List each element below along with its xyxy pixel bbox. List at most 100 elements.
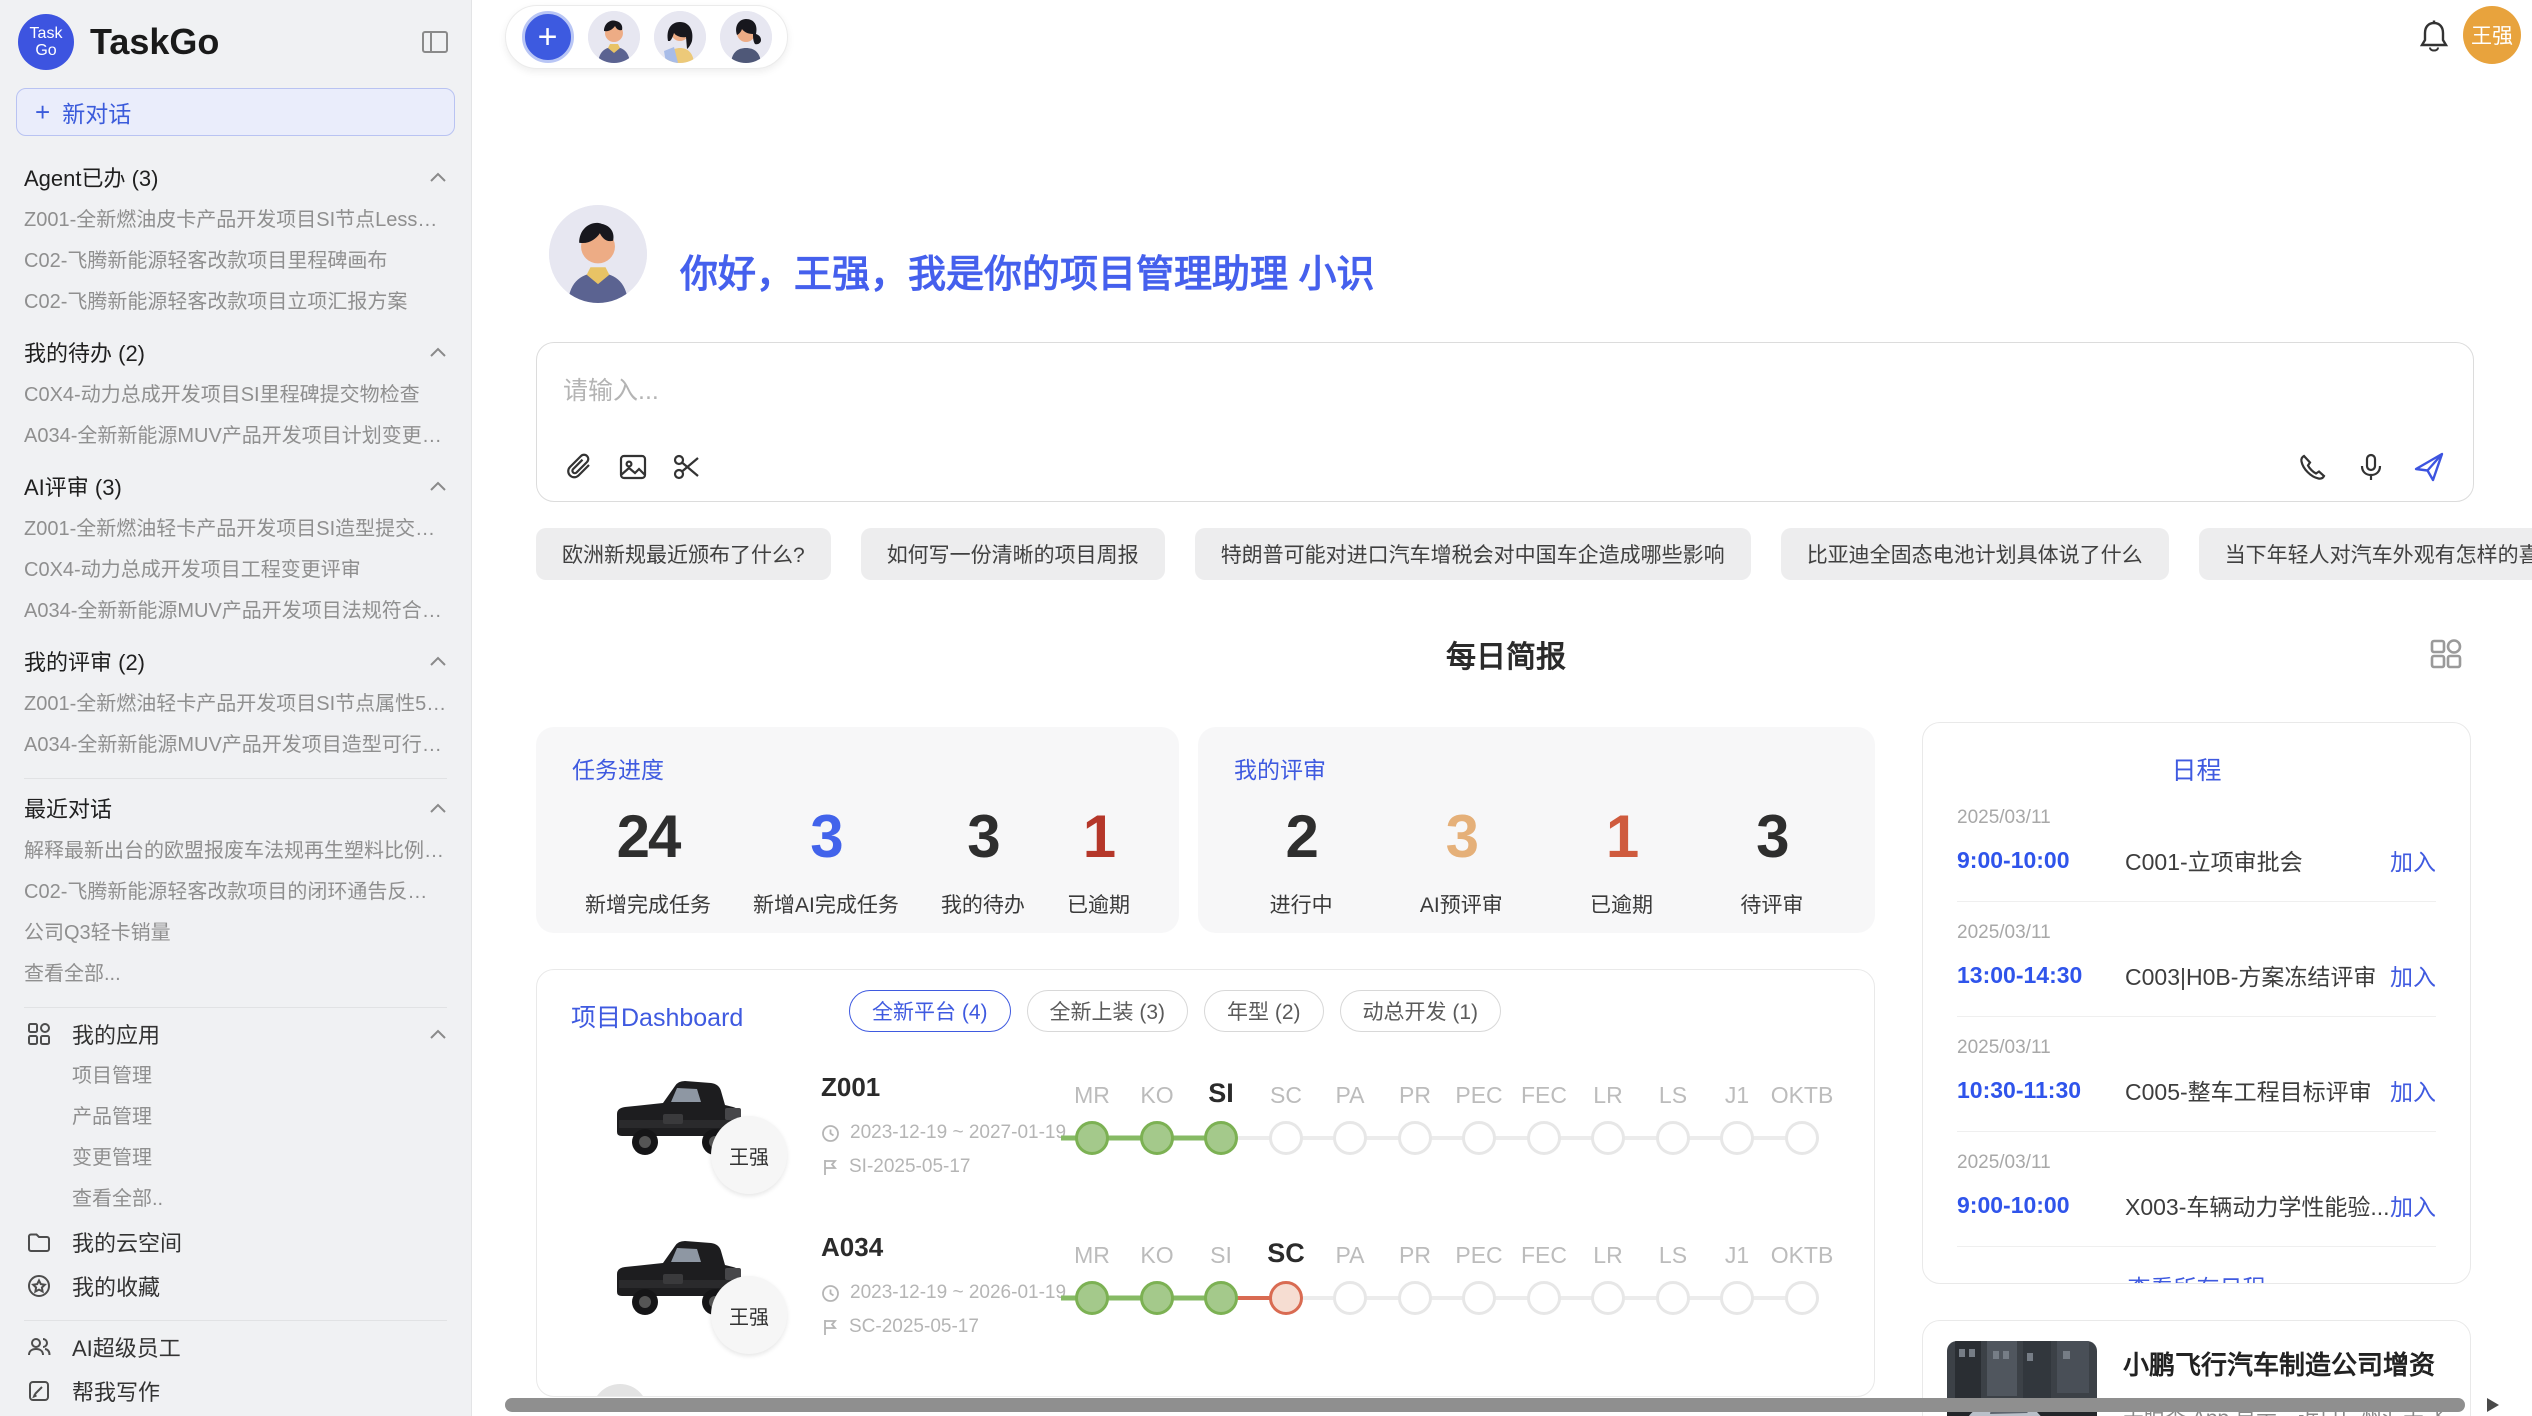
news-title: 小鹏飞行汽车制造公司增资 [2123, 1345, 2446, 1382]
scroll-right-arrow[interactable] [2487, 1398, 2499, 1412]
schedule-date: 2025/03/11 [1957, 1037, 2436, 1059]
project-owner-badge: 王强 [711, 1276, 787, 1354]
image-icon[interactable] [615, 449, 651, 485]
schedule-item: 2025/03/11 9:00-10:00 X003-车辆动力学性能验... 加… [1957, 1132, 2436, 1247]
filter-year-model[interactable]: 年型 (2) [1204, 990, 1324, 1032]
join-link[interactable]: 加入 [2390, 958, 2436, 992]
recent-chat-item[interactable]: 解释最新出台的欧盟报废车法规再生塑料比例被调至15%... [24, 831, 447, 872]
milestone-label: LS [1659, 1082, 1687, 1109]
app-root: Task Go TaskGo + 新对话 Agent已办 (3) Z001-全新… [0, 0, 2532, 1416]
clock-icon [821, 1124, 840, 1143]
sidebar-task-item[interactable]: A034-全新新能源MUV产品开发项目法规符合性评审 [24, 591, 447, 632]
new-chat-button[interactable]: + 新对话 [16, 88, 455, 136]
join-link[interactable]: 加入 [2390, 843, 2436, 877]
app-item-product-mgmt[interactable]: 产品管理 [24, 1097, 447, 1138]
join-link[interactable]: 加入 [2390, 1073, 2436, 1107]
chevron-up-icon [429, 346, 447, 358]
sidebar-header: Task Go TaskGo [0, 0, 471, 78]
filter-all-new-platform[interactable]: 全新平台 (4) [849, 990, 1011, 1032]
sidebar-task-item[interactable]: C0X4-动力总成开发项目SI里程碑提交物检查 [24, 375, 447, 416]
suggestion-chip[interactable]: 比亚迪全固态电池计划具体说了什么 [1781, 528, 2169, 580]
sidebar-task-item[interactable]: C02-飞腾新能源轻客改款项目里程碑画布 [24, 241, 447, 282]
view-all-schedule-link[interactable]: 查看所有日程 [1957, 1269, 2436, 1284]
stat-value: 24 [585, 802, 711, 871]
send-icon[interactable] [2411, 449, 2447, 485]
greeting-text: 你好，王强，我是你的项目管理助理 小识 [680, 243, 1375, 298]
project-row-z001[interactable]: 王强 Z001 2023-12-19 ~ 2027-01-19 SI-2025-… [537, 1066, 1857, 1226]
section-ai-review[interactable]: AI评审 (3) [24, 463, 447, 509]
favorites-label: 我的收藏 [72, 1270, 160, 1302]
sidebar-ai-super-staff[interactable]: AI超级员工 [24, 1325, 447, 1369]
section-my-review[interactable]: 我的评审 (2) [24, 638, 447, 684]
sidebar-task-item[interactable]: C0X4-动力总成开发项目工程变更评审 [24, 550, 447, 591]
app-item-project-mgmt[interactable]: 项目管理 [24, 1056, 447, 1097]
chat-input[interactable] [563, 367, 1963, 415]
phone-icon[interactable] [2295, 449, 2331, 485]
stat-value: 1 [1590, 802, 1653, 871]
section-my-todo[interactable]: 我的待办 (2) [24, 329, 447, 375]
join-link[interactable]: 加入 [2390, 1188, 2436, 1222]
section-header: 最近对话 [24, 792, 429, 824]
user-avatar[interactable]: 王强 [2463, 6, 2521, 64]
filter-new-body[interactable]: 全新上装 (3) [1027, 990, 1189, 1032]
main-area: + 王强 你好，王强，我是你的项目管理助理 小识 [472, 0, 2532, 1416]
section-agent-done[interactable]: Agent已办 (3) [24, 154, 447, 200]
add-agent-button[interactable]: + [522, 11, 574, 63]
filter-powertrain[interactable]: 动总开发 (1) [1340, 990, 1502, 1032]
sidebar-my-apps[interactable]: 我的应用 [24, 1012, 447, 1056]
milestone-label: PA [1336, 1242, 1365, 1269]
recent-chat-item[interactable]: 公司Q3轻卡销量 [24, 913, 447, 954]
agent-avatar-1[interactable] [588, 11, 640, 63]
layout-grid-icon[interactable] [2424, 632, 2468, 676]
suggestion-chips: 欧洲新规最近颁布了什么? 如何写一份清晰的项目周报 特朗普可能对进口汽车增税会对… [536, 528, 2476, 580]
schedule-time: 9:00-10:00 [1957, 847, 2125, 874]
sidebar-help-me-write[interactable]: 帮我写作 [24, 1369, 447, 1413]
milestone-label: SI [1210, 1242, 1232, 1269]
sidebar-task-item[interactable]: Z001-全新燃油皮卡产品开发项目SI节点Lesson Learn报告 [24, 200, 447, 241]
dashboard-filters: 全新平台 (4) 全新上装 (3) 年型 (2) 动总开发 (1) [849, 990, 1501, 1032]
folder-icon [24, 1227, 54, 1257]
milestone-label: MR [1074, 1242, 1110, 1269]
sidebar-collapse-icon[interactable] [417, 24, 453, 60]
flag-text: SI-2025-05-17 [849, 1156, 970, 1178]
date-range: 2023-12-19 ~ 2027-01-19 [850, 1122, 1066, 1144]
scissors-icon[interactable] [669, 449, 705, 485]
suggestion-chip[interactable]: 当下年轻人对汽车外观有怎样的喜好趋势 [2199, 528, 2532, 580]
project-code: A034 [821, 1232, 883, 1263]
flag-icon [821, 1318, 839, 1337]
suggestion-chip[interactable]: 欧洲新规最近颁布了什么? [536, 528, 831, 580]
suggestion-chip[interactable]: 特朗普可能对进口汽车增税会对中国车企造成哪些影响 [1195, 528, 1751, 580]
project-row-a034[interactable]: 王强 A034 2023-12-19 ~ 2026-01-19 SC-2025-… [537, 1226, 1857, 1386]
agent-avatar-3[interactable] [720, 11, 772, 63]
stat-new-ai-done: 3 新增AI完成任务 [753, 802, 899, 919]
sidebar-favorites[interactable]: 我的收藏 [24, 1264, 447, 1308]
chevron-up-icon [429, 480, 447, 492]
sidebar-task-item[interactable]: C02-飞腾新能源轻客改款项目立项汇报方案 [24, 282, 447, 323]
agent-avatar-2[interactable] [654, 11, 706, 63]
sidebar-task-item[interactable]: A034-全新新能源MUV产品开发项目造型可行性评审 [24, 725, 447, 766]
suggestion-chip[interactable]: 如何写一份清晰的项目周报 [861, 528, 1165, 580]
horizontal-scrollbar[interactable] [505, 1398, 2465, 1412]
milestone-label: SC [1270, 1082, 1302, 1109]
recent-chat-item[interactable]: C02-飞腾新能源轻客改款项目的闭环通告反馈情况 [24, 872, 447, 913]
dashboard-title: 项目Dashboard [571, 998, 743, 1034]
app-item-change-mgmt[interactable]: 变更管理 [24, 1138, 447, 1179]
chevron-up-icon [429, 802, 447, 814]
clock-icon [821, 1284, 840, 1303]
sidebar-task-item[interactable]: Z001-全新燃油轻卡产品开发项目SI造型提交物评审 [24, 509, 447, 550]
notification-bell-icon[interactable] [2414, 16, 2454, 56]
section-header: AI评审 (3) [24, 470, 429, 502]
schedule-time: 10:30-11:30 [1957, 1077, 2125, 1104]
sidebar-task-item[interactable]: A034-全新新能源MUV产品开发项目计划变更表编写 [24, 416, 447, 457]
mic-icon[interactable] [2353, 449, 2389, 485]
sidebar-cloud-space[interactable]: 我的云空间 [24, 1220, 447, 1264]
milestone-label: OKTB [1771, 1082, 1834, 1109]
sidebar-task-item[interactable]: Z001-全新燃油轻卡产品开发项目SI节点属性5D文件评审 [24, 684, 447, 725]
schedule-name: X003-车辆动力学性能验... [2125, 1188, 2390, 1222]
section-recent-chats[interactable]: 最近对话 [24, 785, 447, 831]
card-title: 任务进度 [572, 751, 664, 785]
attach-icon[interactable] [561, 449, 597, 485]
app-view-all[interactable]: 查看全部.. [24, 1179, 447, 1220]
recent-view-all[interactable]: 查看全部... [24, 954, 447, 995]
stat-label: AI预评审 [1420, 889, 1503, 919]
